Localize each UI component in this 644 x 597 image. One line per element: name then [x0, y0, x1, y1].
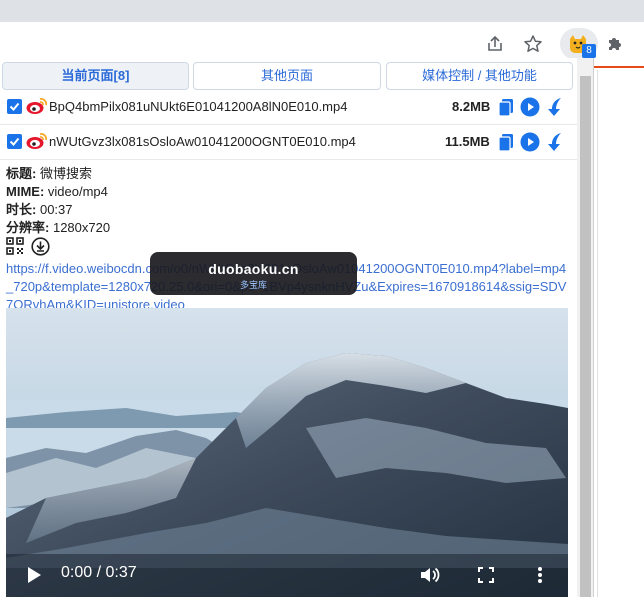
bookmark-star-icon[interactable] — [521, 32, 545, 56]
copy-icon[interactable] — [496, 132, 516, 152]
info-title-label: 标题: — [6, 166, 37, 181]
info-duration-label: 时长: — [6, 202, 37, 217]
fullscreen-icon[interactable] — [478, 567, 494, 588]
download-circle-icon[interactable] — [31, 237, 50, 261]
watermark-subtext: 多宝库 — [239, 280, 267, 290]
background-page-divider — [597, 70, 598, 597]
video-controls: 0:00 / 0:37 — [6, 554, 568, 597]
background-page — [594, 66, 644, 597]
background-page-accent — [594, 66, 644, 68]
tab-media-control[interactable]: 媒体控制 / 其他功能 — [386, 62, 573, 90]
file-row: BpQ4bmPilx081uNUkt6E01041200A8lN0E010.mp… — [0, 90, 577, 124]
play-icon[interactable] — [26, 566, 42, 589]
popup-tabs: 当前页面[8] 其他页面 媒体控制 / 其他功能 — [0, 62, 577, 92]
tab-current-page[interactable]: 当前页面[8] — [2, 62, 189, 90]
info-resolution-label: 分辨率: — [6, 220, 50, 235]
file-size: 8.2MB — [452, 99, 491, 114]
volume-icon[interactable] — [420, 566, 440, 589]
info-resolution-value: 1280x720 — [52, 220, 111, 235]
download-icon[interactable] — [545, 132, 565, 152]
qrcode-icon[interactable] — [6, 237, 24, 260]
copy-icon[interactable] — [496, 97, 516, 117]
file-name[interactable]: nWUtGvz3lx081sOsloAw01041200OGNT0E010.mp… — [49, 134, 356, 149]
file-checkbox[interactable] — [7, 99, 22, 114]
popup-scrollbar-thumb[interactable] — [580, 76, 591, 597]
row-divider — [0, 159, 577, 160]
info-title-value: 微博搜索 — [39, 166, 92, 181]
media-info: 标题: 微博搜索 MIME: video/mp4 时长: 00:37 分辨率: … — [6, 165, 110, 237]
tab-other-pages[interactable]: 其他页面 — [193, 62, 381, 90]
play-icon[interactable] — [520, 97, 540, 117]
info-mime-label: MIME: — [6, 184, 45, 199]
download-icon[interactable] — [545, 97, 565, 117]
play-icon[interactable] — [520, 132, 540, 152]
browser-tabstrip — [0, 0, 644, 22]
file-checkbox[interactable] — [7, 134, 22, 149]
weibo-icon — [26, 96, 48, 116]
info-duration-value: 00:37 — [39, 202, 73, 217]
extension-badge: 8 — [582, 44, 596, 58]
watermark-text: duobaoku.cn — [208, 261, 299, 277]
weibo-icon — [26, 131, 48, 151]
extension-popup: 当前页面[8] 其他页面 媒体控制 / 其他功能 BpQ4bmPilx081uN… — [0, 58, 594, 597]
file-name[interactable]: BpQ4bmPilx081uNUkt6E01041200A8lN0E010.mp… — [49, 99, 347, 114]
video-time: 0:00 / 0:37 — [61, 564, 137, 581]
file-row: nWUtGvz3lx081sOsloAw01041200OGNT0E010.mp… — [0, 125, 577, 159]
video-player[interactable]: 0:00 / 0:37 — [6, 308, 568, 597]
file-size: 11.5MB — [445, 134, 490, 149]
info-mime-value: video/mp4 — [47, 184, 108, 199]
more-options-icon[interactable] — [537, 566, 543, 589]
watermark-overlay: duobaoku.cn 多宝库 — [150, 252, 357, 295]
share-icon[interactable] — [483, 32, 507, 56]
extensions-puzzle-icon[interactable] — [603, 32, 627, 56]
